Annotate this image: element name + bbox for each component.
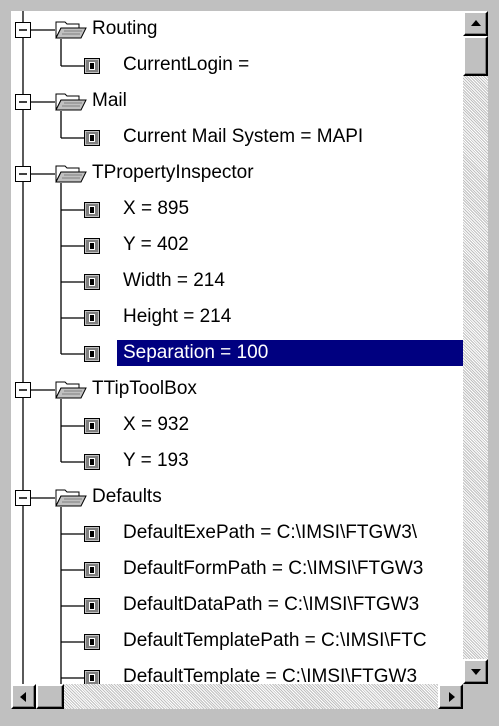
tree-node-label: Width = 214 [123, 270, 225, 291]
tree-node-label: DefaultExePath = C:\IMSI\FTGW3\ [123, 522, 418, 543]
tree-node-tpropertyinspector[interactable]: TPropertyInspector [11, 155, 463, 191]
collapse-toggle-icon[interactable] [15, 166, 31, 187]
tree-node-label: X = 932 [123, 414, 190, 435]
horizontal-scroll-thumb[interactable] [36, 684, 64, 709]
property-value-icon [84, 670, 100, 684]
collapse-toggle-icon[interactable] [15, 22, 31, 43]
horizontal-scrollbar[interactable] [11, 684, 463, 709]
settings-tree[interactable]: Routing CurrentLogin = Mail Current Mail… [11, 11, 463, 684]
tree-node-label: Current Mail System = MAPI [123, 126, 364, 147]
tree-node-label: Separation = 100 [117, 340, 463, 366]
property-value-icon [84, 454, 100, 475]
tree-node-defaults[interactable]: Defaults [11, 479, 463, 515]
tree-node-label: Mail [92, 90, 127, 111]
tree-node-routing[interactable]: Routing [11, 11, 463, 47]
scrollbar-corner [463, 684, 488, 709]
tree-node-label: DefaultTemplate = C:\IMSI\FTGW3 [123, 666, 418, 684]
arrow-right-icon [448, 691, 455, 702]
tree-leaf-x[interactable]: X = 932 [11, 407, 463, 443]
property-value-icon [84, 562, 100, 583]
tree-node-label: DefaultTemplatePath = C:\IMSI\FTC [123, 630, 427, 651]
tree-leaf-default-exe-path[interactable]: DefaultExePath = C:\IMSI\FTGW3\ [11, 515, 463, 551]
property-value-icon [84, 346, 100, 367]
tree-leaf-height[interactable]: Height = 214 [11, 299, 463, 335]
property-value-icon [84, 310, 100, 331]
tree-leaf-mail-system[interactable]: Current Mail System = MAPI [11, 119, 463, 155]
tree-leaf-default-form-path[interactable]: DefaultFormPath = C:\IMSI\FTGW3 [11, 551, 463, 587]
tree-node-label: Height = 214 [123, 306, 232, 327]
scroll-down-button[interactable] [463, 659, 488, 684]
property-value-icon [84, 634, 100, 655]
open-folder-icon [55, 380, 87, 405]
arrow-left-icon [19, 691, 26, 702]
open-folder-icon [55, 92, 87, 117]
tree-node-label: Y = 193 [123, 450, 189, 471]
collapse-toggle-icon[interactable] [15, 94, 31, 115]
tree-node-label: CurrentLogin = [123, 54, 250, 75]
property-value-icon [84, 418, 100, 439]
property-value-icon [84, 598, 100, 619]
tree-leaf-default-data-path[interactable]: DefaultDataPath = C:\IMSI\FTGW3 [11, 587, 463, 623]
tree-leaf-y[interactable]: Y = 193 [11, 443, 463, 479]
scroll-right-button[interactable] [438, 684, 463, 709]
tree-node-mail[interactable]: Mail [11, 83, 463, 119]
tree-node-label: DefaultDataPath = C:\IMSI\FTGW3 [123, 594, 420, 615]
tree-node-label: TPropertyInspector [92, 162, 254, 183]
tree-leaf-width[interactable]: Width = 214 [11, 263, 463, 299]
arrow-up-icon [470, 19, 481, 26]
property-value-icon [84, 238, 100, 259]
tree-node-label: TTipToolBox [92, 378, 197, 399]
scroll-up-button[interactable] [463, 11, 488, 36]
property-value-icon [84, 526, 100, 547]
property-value-icon [84, 274, 100, 295]
vertical-scroll-thumb[interactable] [463, 36, 488, 76]
tree-leaf-x[interactable]: X = 895 [11, 191, 463, 227]
tree-leaf-y[interactable]: Y = 402 [11, 227, 463, 263]
tree-leaf-default-template-path[interactable]: DefaultTemplatePath = C:\IMSI\FTC [11, 623, 463, 659]
collapse-toggle-icon[interactable] [15, 382, 31, 403]
property-value-icon [84, 202, 100, 223]
vertical-scrollbar[interactable] [463, 11, 488, 684]
tree-leaf-default-template[interactable]: DefaultTemplate = C:\IMSI\FTGW3 [11, 659, 463, 684]
property-value-icon [84, 58, 100, 79]
property-value-icon [84, 130, 100, 151]
tree-node-label: Y = 402 [123, 234, 189, 255]
tree-node-label: Routing [92, 18, 158, 39]
collapse-toggle-icon[interactable] [15, 490, 31, 511]
tree-leaf-separation-selected[interactable]: Separation = 100 [11, 335, 463, 371]
tree-node-label: Defaults [92, 486, 162, 507]
open-folder-icon [55, 20, 87, 45]
tree-view-window: Routing CurrentLogin = Mail Current Mail… [0, 0, 499, 726]
tree-node-label: X = 895 [123, 198, 190, 219]
tree-leaf-current-login[interactable]: CurrentLogin = [11, 47, 463, 83]
open-folder-icon [55, 164, 87, 189]
scroll-left-button[interactable] [11, 684, 36, 709]
tree-node-label: DefaultFormPath = C:\IMSI\FTGW3 [123, 558, 424, 579]
arrow-down-icon [470, 668, 481, 675]
open-folder-icon [55, 488, 87, 513]
tree-node-ttiptoolbox[interactable]: TTipToolBox [11, 371, 463, 407]
